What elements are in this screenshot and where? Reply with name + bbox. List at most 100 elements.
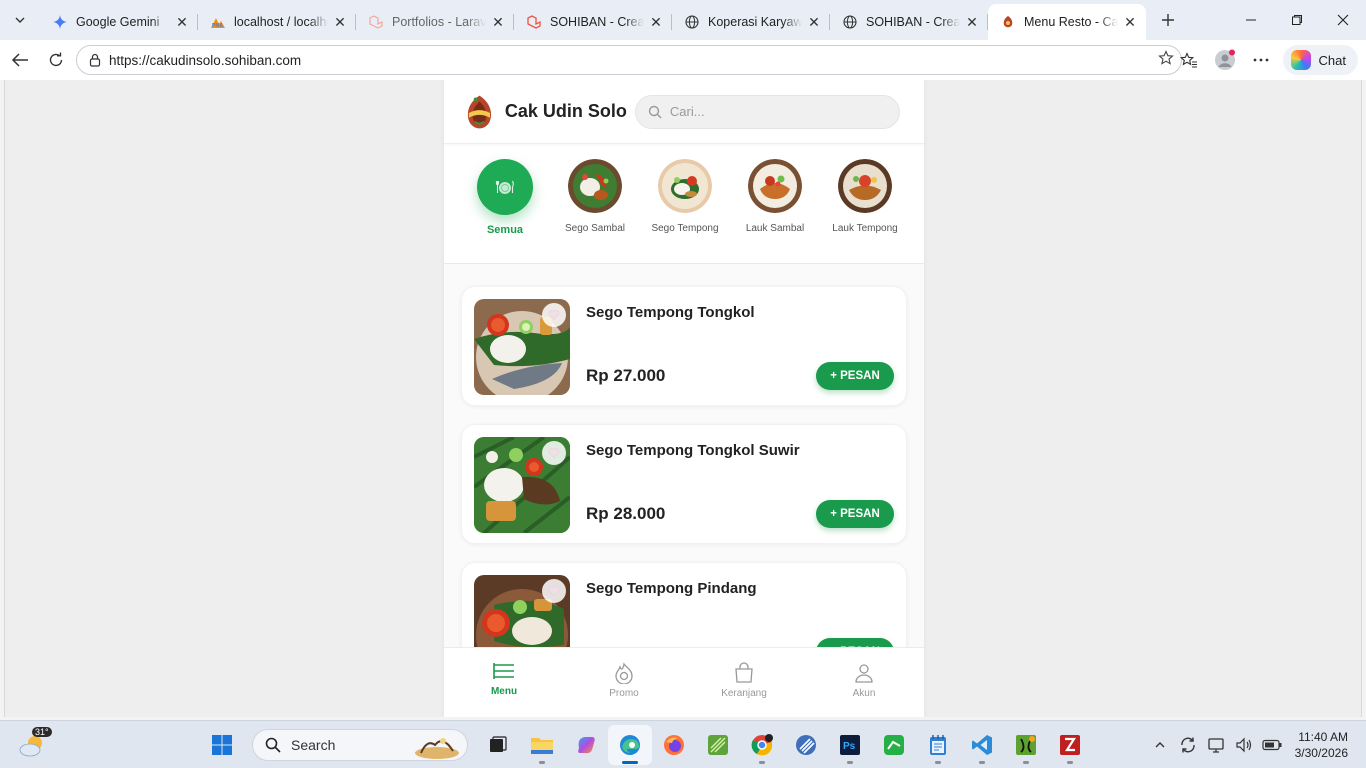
browser-tab-strip: Google Gemini ✕ PMA localhost / localhos… [0, 0, 1366, 40]
battery-icon[interactable] [1258, 731, 1286, 759]
search-box[interactable] [634, 94, 900, 129]
search-icon [648, 105, 662, 118]
minimize-icon[interactable] [1228, 0, 1274, 40]
product-name: Sego Tempong Tongkol Suwir [586, 442, 800, 459]
nav-account[interactable]: Akun [804, 648, 924, 717]
lock-icon[interactable] [87, 52, 103, 68]
close-icon[interactable]: ✕ [1122, 14, 1138, 31]
browser-tab[interactable]: Portfolios - Laravel ✕ [356, 6, 514, 38]
tab-title: SOHIBAN - Creative [550, 15, 644, 29]
search-input[interactable] [669, 104, 890, 119]
system-clock[interactable]: 11:40 AM 3/30/2026 [1286, 729, 1366, 761]
taskbar-search-label: Search [291, 737, 336, 753]
tab-title: Google Gemini [76, 15, 160, 29]
search-icon [265, 737, 281, 753]
category-sego-tempong[interactable]: Sego Tempong [640, 159, 730, 263]
refresh-icon[interactable] [38, 44, 74, 76]
running-indicator [1023, 761, 1029, 764]
menu-list-icon [493, 663, 514, 679]
globe-icon [842, 14, 858, 30]
nav-label: Promo [609, 688, 639, 699]
favorite-heart-icon[interactable] [542, 303, 566, 327]
browser-tab[interactable]: Google Gemini ✕ [40, 6, 198, 38]
copilot-app-icon[interactable] [564, 725, 608, 765]
more-options-icon[interactable] [1243, 44, 1279, 76]
chrome-icon[interactable] [740, 725, 784, 765]
close-window-icon[interactable] [1320, 0, 1366, 40]
order-button[interactable]: + PESAN [816, 500, 894, 528]
edge-browser-icon[interactable] [608, 725, 652, 765]
category-lauk-sambal[interactable]: Lauk Sambal [730, 159, 820, 263]
weather-widget[interactable]: 31° [18, 727, 52, 761]
tab-title: Menu Resto - Cak Udin [1024, 15, 1118, 29]
category-sego-sambal[interactable]: Sego Sambal [550, 159, 640, 263]
close-icon[interactable]: ✕ [806, 14, 822, 31]
windows-start-icon[interactable] [200, 725, 244, 765]
sync-icon[interactable] [1174, 731, 1202, 759]
order-button[interactable]: + PESAN [816, 362, 894, 390]
close-icon[interactable]: ✕ [490, 14, 506, 31]
product-card[interactable]: Sego Tempong Pindang + PESAN [461, 562, 907, 647]
category-bar: Semua Sego Sambal Sego Tempong Lauk Samb… [444, 146, 924, 264]
firefox-icon[interactable] [652, 725, 696, 765]
nav-label: Menu [490, 686, 518, 697]
product-card[interactable]: Sego Tempong Tongkol Rp 27.000 + PESAN [461, 286, 907, 406]
new-tab-icon[interactable] [1152, 4, 1184, 36]
tab-actions-chevron-icon[interactable] [5, 6, 35, 34]
close-icon[interactable]: ✕ [174, 14, 190, 31]
taskbar-apps: Search Ps [200, 721, 1092, 768]
browser-tab[interactable]: Koperasi Karyawan ✕ [672, 6, 830, 38]
stripes-app-icon[interactable] [784, 725, 828, 765]
nav-promo[interactable]: Promo [564, 648, 684, 717]
taskbar-search[interactable]: Search [252, 729, 468, 761]
gemini-icon [52, 14, 68, 30]
browser-tab[interactable]: SOHIBAN - Creative ✕ [514, 6, 672, 38]
browser-tab[interactable]: PMA localhost / localhost ✕ [198, 6, 356, 38]
vscode-icon[interactable] [960, 725, 1004, 765]
url-text[interactable]: https://cakudinsolo.sohiban.com [109, 53, 1151, 68]
notepad-icon[interactable] [916, 725, 960, 765]
bottom-navigation: Menu Promo Keranjang Akun [444, 647, 924, 717]
file-explorer-icon[interactable] [520, 725, 564, 765]
favorites-icon[interactable] [1171, 44, 1207, 76]
photoshop-icon[interactable]: Ps [828, 725, 872, 765]
clock-time: 11:40 AM [1298, 730, 1348, 744]
restore-icon[interactable] [1274, 0, 1320, 40]
network-icon[interactable] [1202, 731, 1230, 759]
profile-avatar-icon[interactable] [1207, 44, 1243, 76]
product-card[interactable]: Sego Tempong Tongkol Suwir Rp 28.000 + P… [461, 424, 907, 544]
brand-logo[interactable] [464, 93, 495, 131]
order-button[interactable]: + PESAN [816, 638, 894, 647]
nav-cart[interactable]: Keranjang [684, 648, 804, 717]
filezilla-icon[interactable] [1048, 725, 1092, 765]
close-icon[interactable]: ✕ [964, 14, 980, 31]
browser-tab[interactable]: SOHIBAN - Creative ✕ [830, 6, 988, 38]
svg-text:PMA: PMA [212, 23, 224, 29]
category-lauk-tempong[interactable]: Lauk Tempong [820, 159, 910, 263]
green-app-icon[interactable] [872, 725, 916, 765]
sublime-leaf-icon[interactable] [696, 725, 740, 765]
category-semua[interactable]: Semua [460, 159, 550, 263]
back-arrow-icon[interactable] [2, 44, 38, 76]
copilot-chat-button[interactable]: Chat [1282, 45, 1358, 75]
close-icon[interactable]: ✕ [648, 14, 664, 31]
chevron-up-icon[interactable] [1146, 731, 1174, 759]
task-view-icon[interactable] [476, 725, 520, 765]
category-food-image [838, 159, 892, 213]
tab-title: Portfolios - Laravel [392, 15, 486, 29]
tab-title: localhost / localhost [234, 15, 328, 29]
product-image [474, 575, 570, 647]
resto-icon [1000, 14, 1016, 30]
close-icon[interactable]: ✕ [332, 14, 348, 31]
favorite-heart-icon[interactable] [542, 579, 566, 603]
category-circle [477, 159, 533, 215]
volume-icon[interactable] [1230, 731, 1258, 759]
running-indicator [759, 761, 765, 764]
xampp-icon[interactable] [1004, 725, 1048, 765]
nav-label: Keranjang [721, 688, 767, 699]
address-bar[interactable]: https://cakudinsolo.sohiban.com [76, 45, 1182, 75]
browser-tab-active[interactable]: Menu Resto - Cak Udin ✕ [988, 4, 1146, 40]
favorite-heart-icon[interactable] [542, 441, 566, 465]
app-header: Cak Udin Solo [444, 80, 924, 144]
nav-menu[interactable]: Menu [444, 648, 564, 717]
